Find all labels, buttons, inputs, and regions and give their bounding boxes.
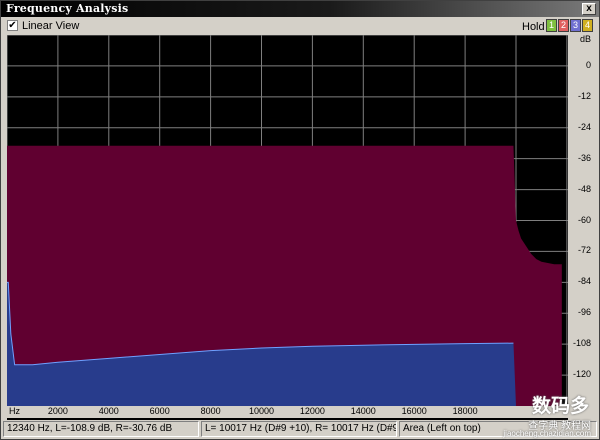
hz-tick-label: 6000	[149, 406, 170, 416]
status-peaks: L= 10017 Hz (D#9 +10), R= 10017 Hz (D#9 …	[201, 421, 397, 437]
db-tick-label: -36	[577, 152, 591, 163]
spectrum-svg	[7, 35, 568, 406]
hold-button-1[interactable]: 1	[546, 19, 557, 32]
hold-button-2[interactable]: 2	[558, 19, 569, 32]
watermark-url: jiaocheng.chazidian.com	[503, 429, 591, 438]
db-tick-label: -48	[577, 183, 591, 194]
db-tick-label: -24	[577, 121, 591, 132]
title-bar[interactable]: Frequency Analysis x	[1, 1, 599, 17]
hz-tick-label: Hz	[9, 406, 20, 416]
status-cursor: 12340 Hz, L=-108.9 dB, R=-30.76 dB	[3, 421, 199, 437]
db-tick-label: -96	[577, 307, 591, 318]
toolbar: ✔ Linear View Hold 1 2 3 4	[1, 17, 599, 35]
frequency-analysis-window: Frequency Analysis x ✔ Linear View Hold …	[0, 0, 600, 440]
hz-tick-label: 10000	[248, 406, 275, 416]
window-title: Frequency Analysis	[6, 2, 129, 15]
hz-tick-label: 14000	[350, 406, 376, 416]
db-tick-label: dB	[579, 34, 591, 44]
db-tick-label: -72	[577, 245, 591, 256]
hold-button-3[interactable]: 3	[570, 19, 581, 32]
db-tick-label: -60	[577, 214, 591, 225]
hz-tick-label: 4000	[98, 406, 119, 416]
hz-tick-label: 16000	[401, 406, 427, 416]
db-tick-label: 0	[585, 59, 591, 70]
db-axis: dB 0 -12 -24 -36 -48 -60 -72 -84 -96 -108 -120	[568, 34, 597, 420]
hold-button-4[interactable]: 4	[582, 19, 593, 32]
hold-label: Hold	[522, 21, 545, 33]
hz-tick-label: 12000	[299, 406, 325, 416]
watermark: 数码多 查字典 教程网 jiaocheng.chazidian.com	[453, 391, 593, 438]
db-tick-label: -120	[572, 369, 591, 380]
hz-tick-label: 2000	[47, 406, 68, 416]
spectrum-plot[interactable]	[7, 35, 568, 420]
hz-tick-label: 8000	[200, 406, 221, 416]
watermark-big: 数码多	[531, 395, 589, 417]
db-tick-label: -12	[577, 90, 591, 101]
close-icon[interactable]: x	[582, 3, 596, 15]
db-tick-label: -84	[577, 276, 591, 287]
db-tick-label: -108	[572, 338, 591, 349]
linear-view-label[interactable]: Linear View	[22, 20, 79, 32]
linear-view-checkbox[interactable]: ✔	[7, 20, 18, 31]
